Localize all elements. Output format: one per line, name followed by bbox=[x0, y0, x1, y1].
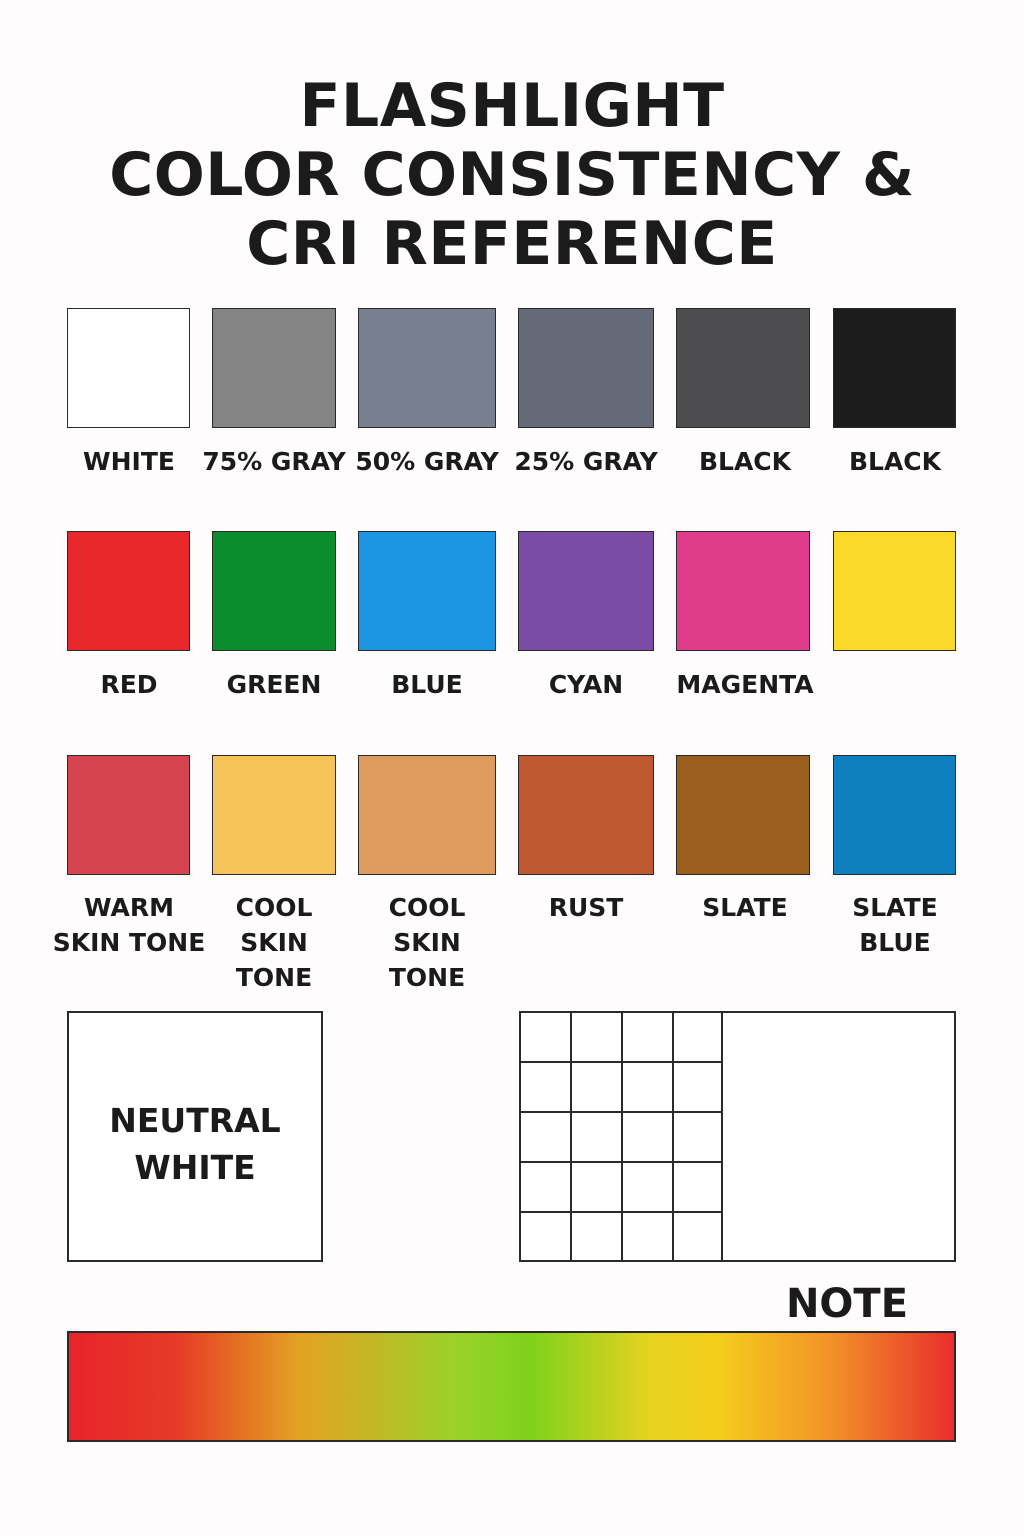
swatch-label: BLACK bbox=[698, 447, 792, 476]
grid-line-vertical bbox=[672, 1013, 674, 1260]
grid-line-horizontal bbox=[521, 1061, 721, 1063]
color-swatch bbox=[358, 755, 496, 875]
page-title: FLASHLIGHT COLOR CONSISTENCY & CRI REFER… bbox=[0, 72, 1024, 279]
color-swatch bbox=[358, 531, 496, 651]
swatch-label: COOL SKIN TONE bbox=[388, 893, 466, 992]
title-line-3: CRI REFERENCE bbox=[246, 209, 778, 279]
swatch-label: 50% GRAY bbox=[355, 447, 499, 476]
color-swatch bbox=[833, 755, 956, 875]
grid-line-vertical bbox=[721, 1013, 723, 1260]
title-line-1: FLASHLIGHT bbox=[299, 71, 725, 141]
swatch-label: CYAN bbox=[548, 670, 624, 699]
color-spectrum-bar bbox=[67, 1331, 956, 1442]
neutral-white-card: NEUTRAL WHITE bbox=[67, 1011, 323, 1262]
color-swatch bbox=[833, 531, 956, 651]
color-swatch bbox=[212, 531, 336, 651]
swatch-label: MAGENTA bbox=[676, 670, 814, 699]
color-swatch bbox=[518, 531, 654, 651]
swatch-label: 75% GRAY bbox=[202, 447, 346, 476]
color-swatch bbox=[67, 755, 190, 875]
grid-chart bbox=[519, 1011, 956, 1262]
color-swatch bbox=[676, 531, 810, 651]
swatch-label: SLATE bbox=[702, 893, 788, 922]
color-swatch bbox=[358, 308, 496, 428]
swatch-label: 25% GRAY bbox=[514, 447, 658, 476]
swatch-label: BLACK bbox=[848, 447, 942, 476]
grid-line-vertical bbox=[621, 1013, 623, 1260]
color-swatch bbox=[212, 308, 336, 428]
grid-line-horizontal bbox=[521, 1111, 721, 1113]
grid-line-horizontal bbox=[521, 1211, 721, 1213]
swatch-label: RUST bbox=[548, 893, 624, 922]
color-swatch bbox=[833, 308, 956, 428]
swatch-label: COOL SKIN TONE bbox=[235, 893, 313, 992]
color-swatch bbox=[676, 308, 810, 428]
color-swatch bbox=[518, 755, 654, 875]
color-swatch bbox=[212, 755, 336, 875]
note-label: NOTE bbox=[785, 1281, 909, 1327]
neutral-white-label: NEUTRAL WHITE bbox=[109, 1101, 281, 1187]
color-swatch bbox=[67, 308, 190, 428]
grid-line-vertical bbox=[570, 1013, 572, 1260]
swatch-label: SLATE BLUE bbox=[852, 893, 938, 957]
grid-line-horizontal bbox=[521, 1161, 721, 1163]
color-swatch bbox=[676, 755, 810, 875]
swatch-label: BLUE bbox=[391, 670, 463, 699]
color-swatch bbox=[67, 531, 190, 651]
swatch-label: GREEN bbox=[226, 670, 322, 699]
title-line-2: COLOR CONSISTENCY & bbox=[109, 140, 915, 210]
color-swatch bbox=[518, 308, 654, 428]
